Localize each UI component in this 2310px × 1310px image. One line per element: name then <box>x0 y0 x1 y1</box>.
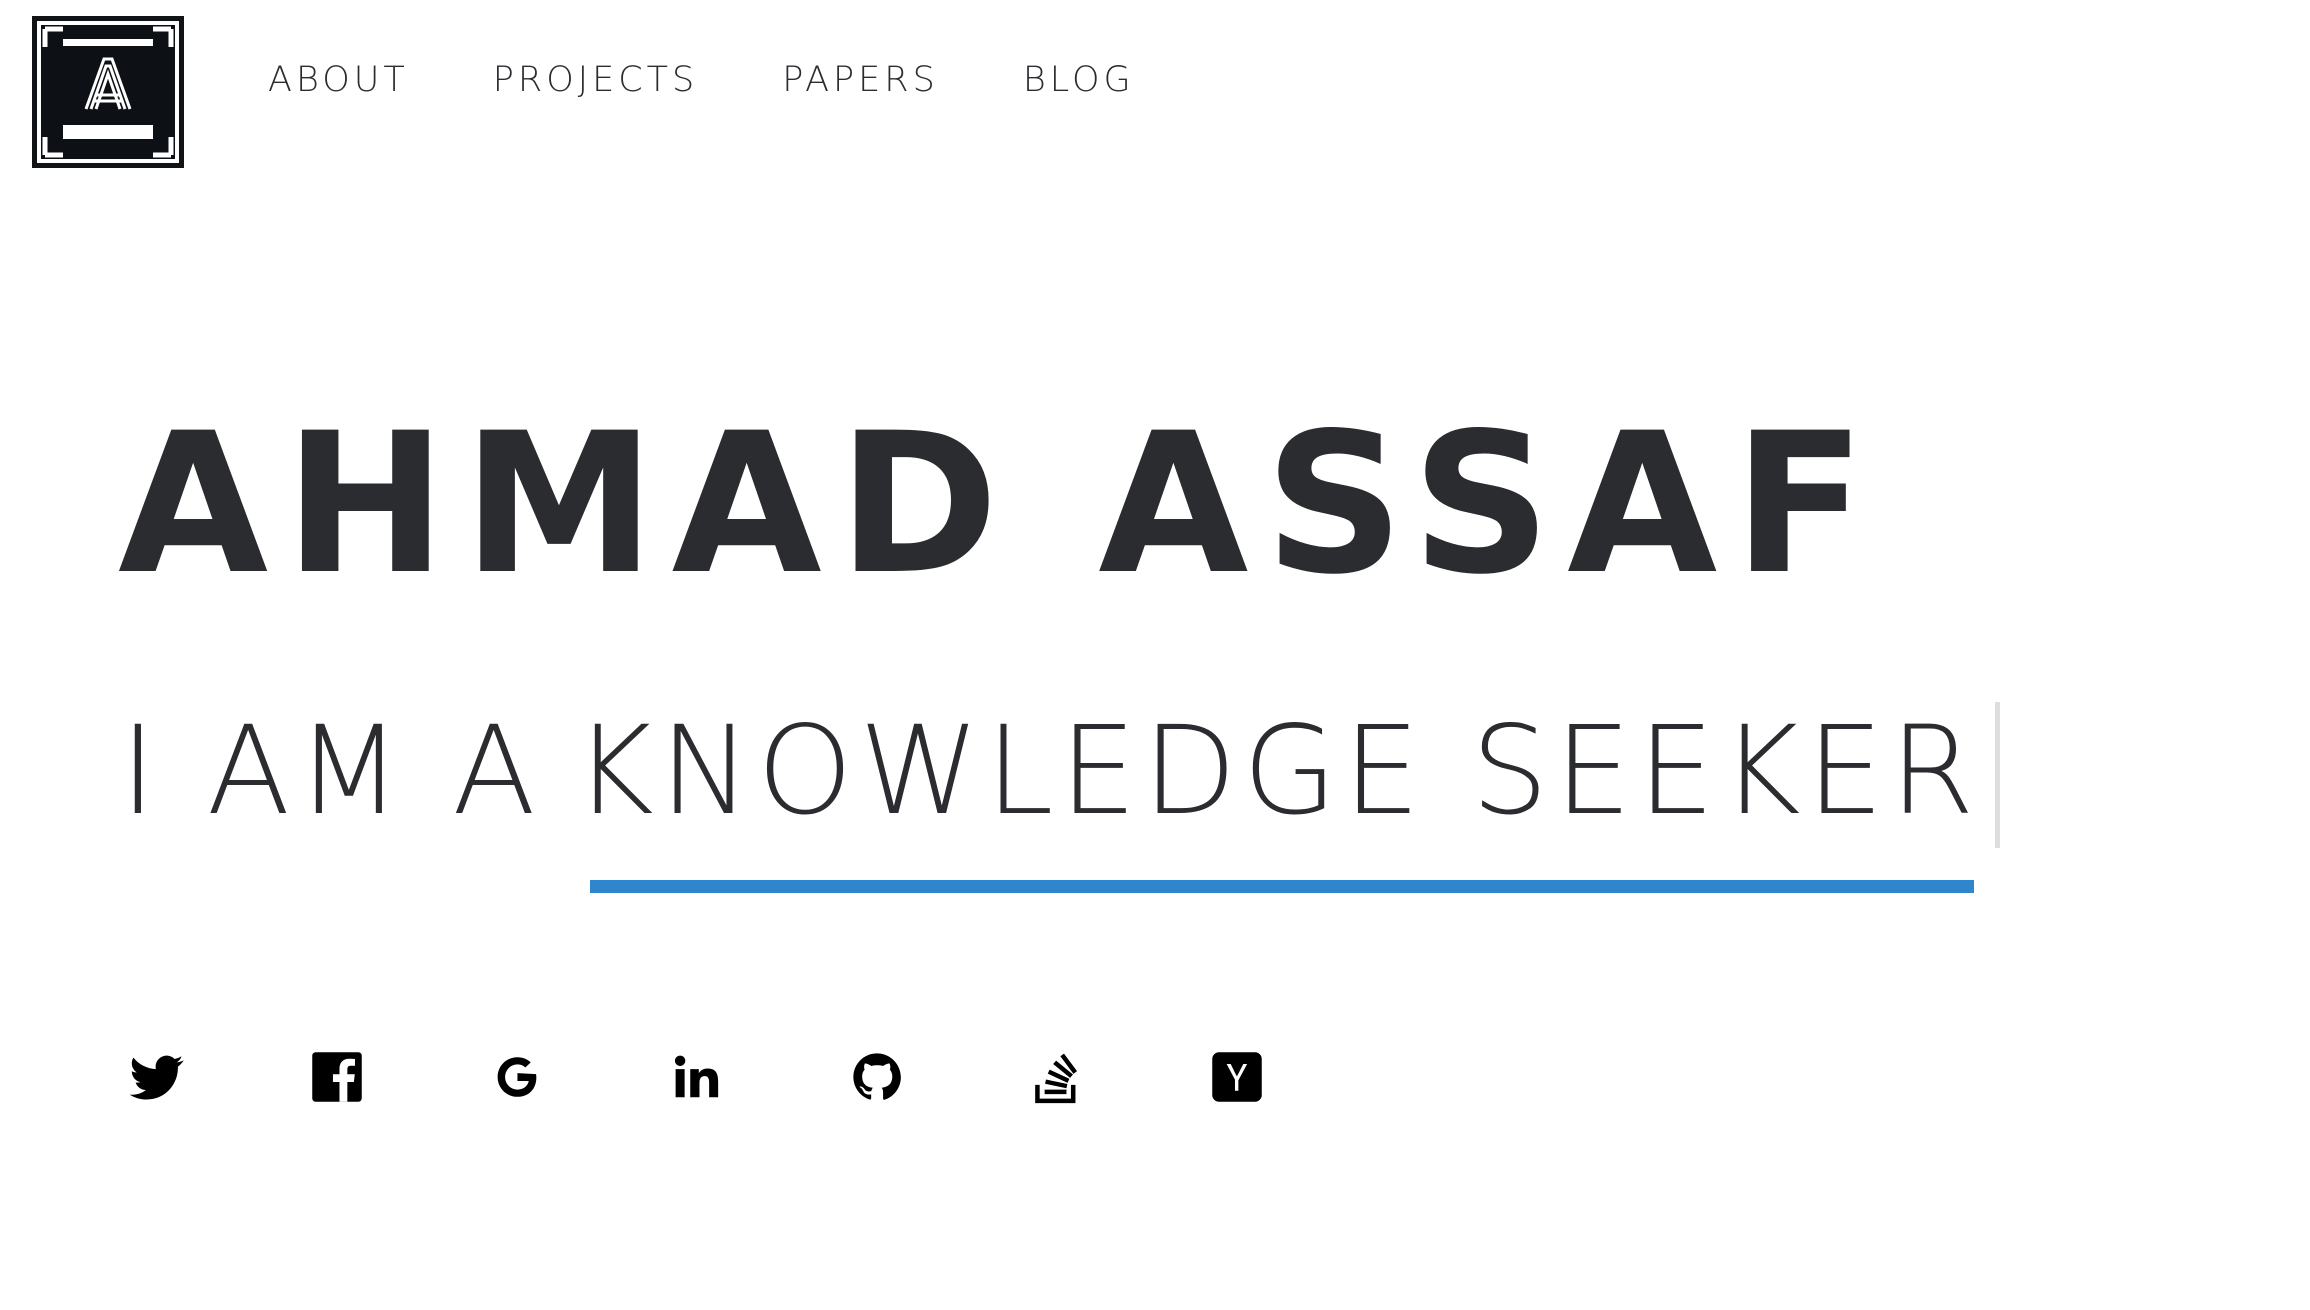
main-nav: ABOUT PROJECTS PAPERS BLOG <box>268 56 1135 104</box>
twitter-link[interactable] <box>130 1050 184 1104</box>
linkedin-icon <box>674 1055 719 1098</box>
stackoverflow-link[interactable] <box>1030 1050 1084 1104</box>
facebook-link[interactable] <box>310 1050 364 1104</box>
google-icon <box>497 1057 537 1097</box>
nav-projects-link[interactable]: PROJECTS <box>493 56 698 104</box>
tagline: I AM A KNOWLEDGE SEEKER <box>120 700 2000 848</box>
twitter-icon <box>130 1055 184 1100</box>
logo-a-icon <box>41 25 175 159</box>
typing-cursor <box>1994 702 2000 848</box>
nav-blog-link[interactable]: BLOG <box>1023 56 1135 104</box>
hackernews-link[interactable] <box>1210 1050 1264 1104</box>
github-link[interactable] <box>850 1050 904 1104</box>
site-logo[interactable] <box>32 16 184 168</box>
facebook-icon <box>312 1052 362 1102</box>
tagline-underline <box>590 880 1974 893</box>
hackernews-icon <box>1212 1052 1262 1102</box>
stackoverflow-icon <box>1035 1053 1078 1104</box>
nav-papers-link[interactable]: PAPERS <box>782 56 939 104</box>
tagline-typed-word: KNOWLEDGE SEEKER <box>573 700 1981 842</box>
github-icon <box>853 1053 901 1100</box>
tagline-prefix: I AM A <box>120 700 542 842</box>
social-links <box>130 1050 1264 1104</box>
tagline-typed-wrap: KNOWLEDGE SEEKER <box>573 700 2000 848</box>
hero-name: AHMAD ASSAF <box>118 391 1882 617</box>
nav-about-link[interactable]: ABOUT <box>268 56 409 104</box>
linkedin-link[interactable] <box>670 1050 724 1104</box>
google-link[interactable] <box>490 1050 544 1104</box>
